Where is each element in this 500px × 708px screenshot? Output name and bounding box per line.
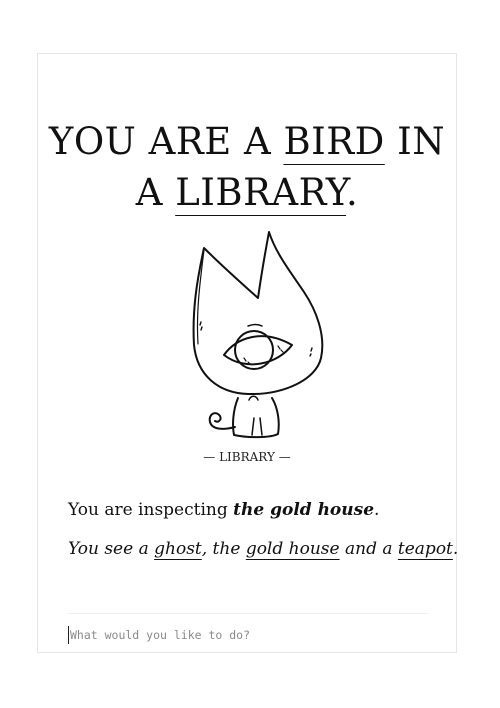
location-caption: — LIBRARY — xyxy=(203,450,291,464)
see-prefix: You see a xyxy=(68,539,155,559)
title-article: A xyxy=(135,171,176,214)
one-eyed-cat-creature-icon xyxy=(192,231,324,439)
see-line: You see a ghost, the gold house and a te… xyxy=(68,537,458,561)
game-card: YOU ARE A BIRD IN A LIBRARY. — LIBRARY — … xyxy=(37,53,458,653)
title-prefix: YOU ARE A xyxy=(48,120,284,163)
see-sep2: and a xyxy=(339,539,398,559)
title-middle: IN xyxy=(384,120,446,163)
command-input[interactable] xyxy=(68,626,430,644)
teapot-link[interactable]: teapot xyxy=(398,539,453,559)
see-suffix: . xyxy=(452,539,459,559)
inspect-prefix: You are inspecting xyxy=(68,500,234,520)
creature-word: BIRD xyxy=(283,120,385,163)
gold-house-link[interactable]: gold house xyxy=(246,539,340,559)
inspect-target: the gold house xyxy=(233,500,375,520)
inspect-suffix: . xyxy=(374,500,380,520)
ghost-link[interactable]: ghost xyxy=(154,539,202,559)
divider xyxy=(68,613,428,614)
title-period: . xyxy=(346,171,359,214)
location-word: LIBRARY xyxy=(175,171,347,214)
see-sep1: , the xyxy=(201,539,246,559)
location-title: YOU ARE A BIRD IN A LIBRARY. xyxy=(38,116,456,218)
inspect-line: You are inspecting the gold house. xyxy=(68,498,438,522)
